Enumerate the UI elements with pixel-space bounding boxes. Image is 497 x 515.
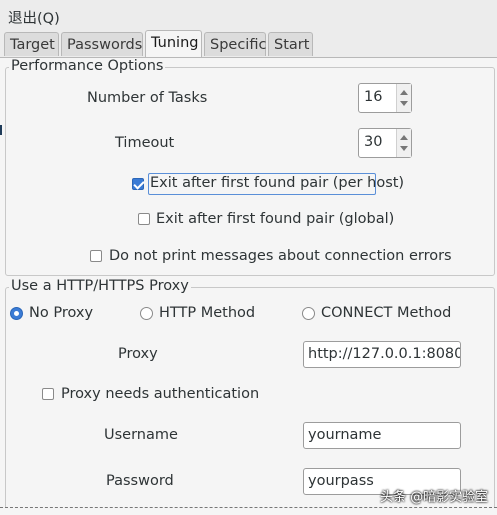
menu-quit[interactable]: 退出(Q) [8, 7, 60, 28]
number-of-tasks-value: 16 [364, 89, 383, 105]
proxy-auth-label[interactable]: Proxy needs authentication [61, 386, 259, 402]
proxy-label: Proxy [118, 346, 158, 362]
watermark: 头条 @暗影实验室 [380, 490, 489, 505]
spinner-arrows[interactable] [396, 84, 411, 112]
timeout-value: 30 [364, 134, 383, 150]
no-connection-errors-label[interactable]: Do not print messages about connection e… [109, 248, 452, 264]
password-label: Password [106, 473, 174, 489]
menubar: 退出(Q) [0, 0, 497, 30]
number-of-tasks-spinner[interactable]: 16 [358, 83, 412, 113]
username-label: Username [104, 427, 178, 443]
exit-global-checkbox[interactable] [138, 213, 150, 225]
status-edge [0, 507, 497, 515]
performance-options-legend: Performance Options [9, 58, 166, 74]
performance-options-frame [5, 67, 495, 276]
spin-down-icon[interactable] [400, 146, 408, 151]
tab-passwords[interactable]: Passwords [61, 32, 143, 56]
proxy-auth-checkbox[interactable] [42, 388, 54, 400]
no-proxy-radio[interactable] [10, 307, 23, 320]
exit-per-host-label[interactable]: Exit after first found pair (per host) [150, 175, 404, 191]
http-method-radio[interactable] [140, 307, 153, 320]
proxy-legend: Use a HTTP/HTTPS Proxy [9, 278, 191, 294]
tab-start[interactable]: Start [268, 32, 313, 56]
exit-per-host-checkbox[interactable] [132, 178, 144, 190]
spin-up-icon[interactable] [400, 135, 408, 140]
http-method-label[interactable]: HTTP Method [159, 305, 255, 321]
connect-method-radio[interactable] [302, 307, 315, 320]
timeout-label: Timeout [115, 135, 175, 151]
tab-bar: Target Passwords Tuning Specific Start [0, 30, 497, 57]
connect-method-label[interactable]: CONNECT Method [321, 305, 451, 321]
spin-up-icon[interactable] [400, 90, 408, 95]
spinner-arrows[interactable] [396, 129, 411, 157]
username-input[interactable]: yourname [303, 422, 461, 449]
proxy-input[interactable]: http://127.0.0.1:8080 [303, 341, 461, 368]
no-connection-errors-checkbox[interactable] [90, 250, 102, 262]
number-of-tasks-label: Number of Tasks [87, 90, 208, 106]
timeout-spinner[interactable]: 30 [358, 128, 412, 158]
window-edge [0, 125, 2, 135]
tab-target[interactable]: Target [4, 32, 59, 56]
no-proxy-label[interactable]: No Proxy [29, 305, 93, 321]
tab-tuning[interactable]: Tuning [145, 30, 202, 57]
spin-down-icon[interactable] [400, 101, 408, 106]
tab-specific[interactable]: Specific [204, 32, 266, 56]
exit-global-label[interactable]: Exit after first found pair (global) [156, 211, 394, 227]
